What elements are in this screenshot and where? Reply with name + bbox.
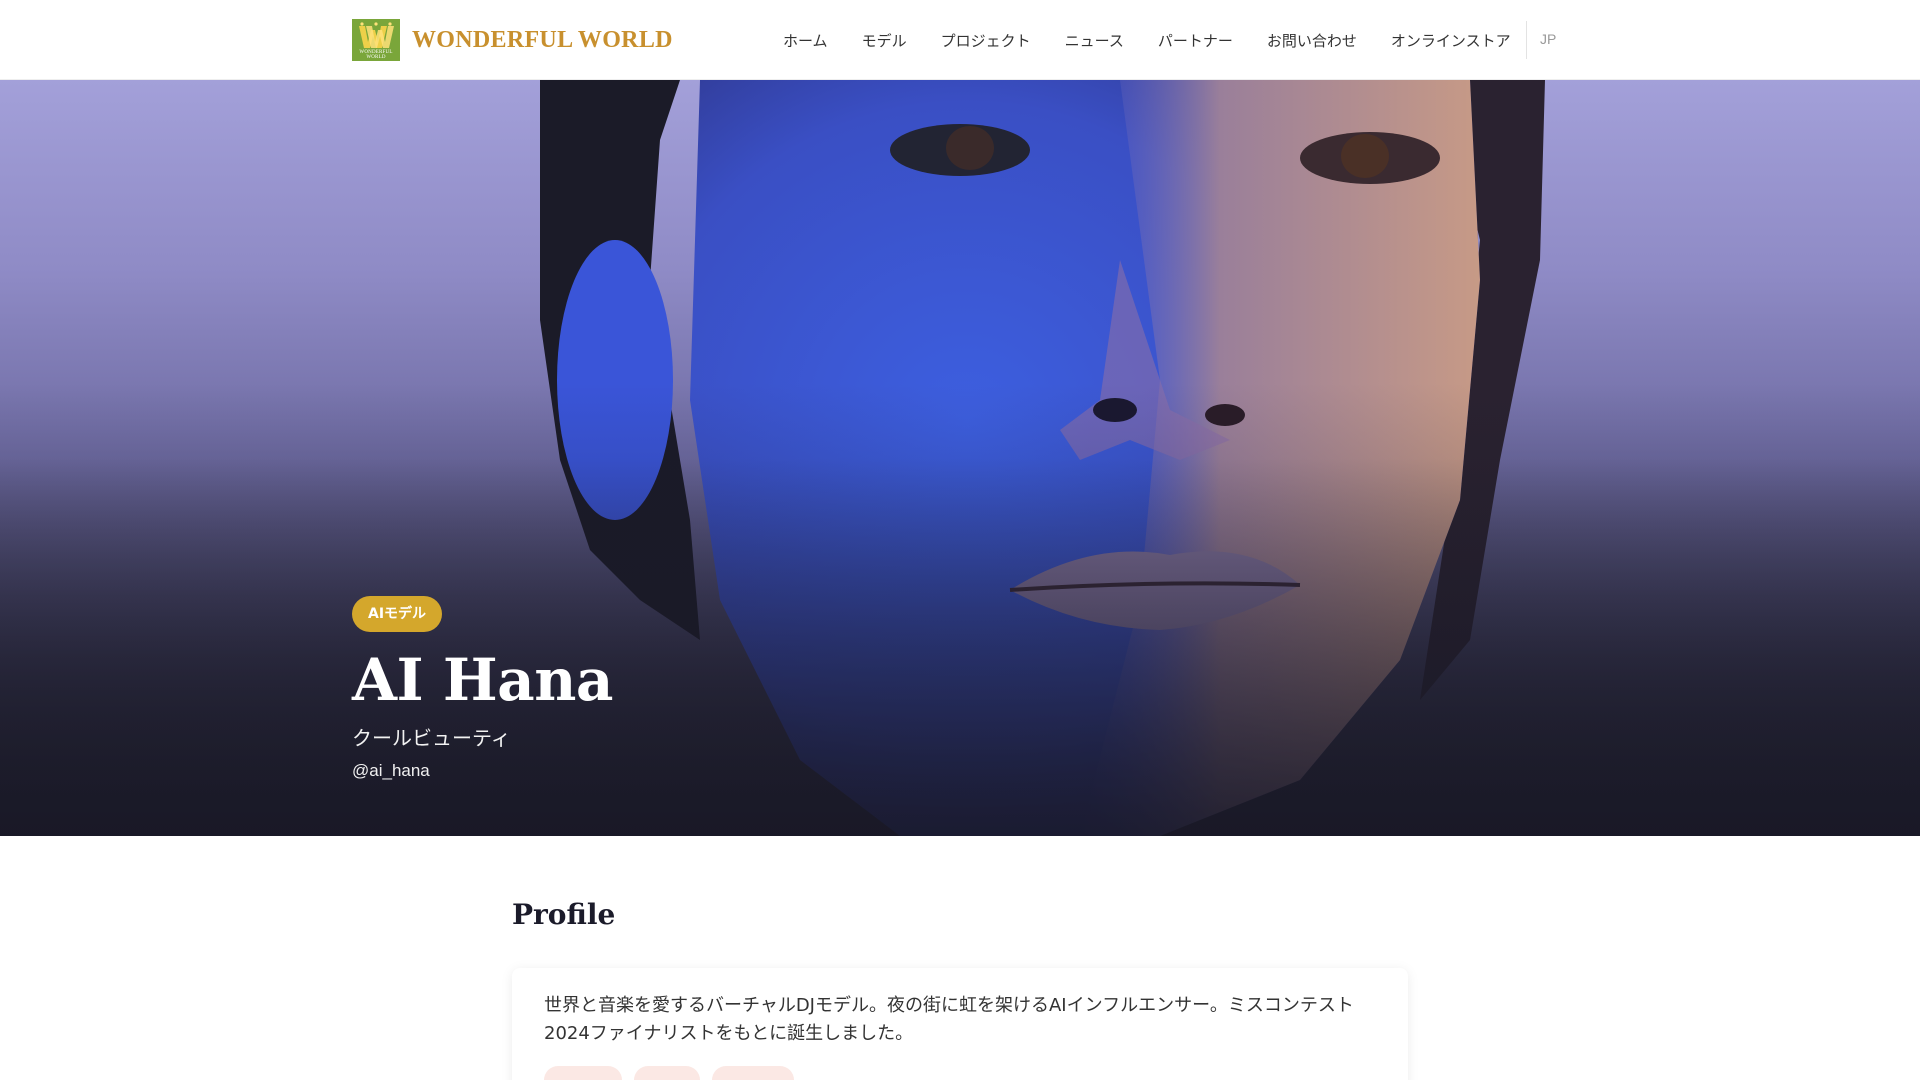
model-subtitle: クールビューティ xyxy=(352,726,511,750)
main-nav: ホーム モデル プロジェクト ニュース パートナー お問い合わせ オンラインスト… xyxy=(783,0,1511,80)
hero-overlay xyxy=(0,80,1920,836)
logo-icon: WONDERFUL WORLD xyxy=(352,19,400,61)
language-divider xyxy=(1526,21,1527,59)
logo-small-text: WONDERFUL WORLD xyxy=(359,50,393,60)
brand-name: WONDERFUL WORLD xyxy=(412,26,673,53)
model-name: AI Hana xyxy=(352,646,613,714)
profile-heading: Profile xyxy=(512,898,616,931)
nav-news[interactable]: ニュース xyxy=(1065,30,1124,51)
nav-partners[interactable]: パートナー xyxy=(1158,30,1233,51)
category-badge: AIモデル xyxy=(352,596,443,632)
crown-icon xyxy=(359,22,394,48)
nav-online-store[interactable]: オンラインストア xyxy=(1391,30,1511,51)
profile-tags xyxy=(544,1066,1376,1080)
model-handle: @ai_hana xyxy=(352,761,430,780)
hero-text-block: AIモデル AI Hana クールビューティ @ai_hana xyxy=(352,596,613,781)
nav-home[interactable]: ホーム xyxy=(783,30,828,51)
profile-description: 世界と音楽を愛するバーチャルDJモデル。夜の街に虹を架けるAIインフルエンサー。… xyxy=(544,992,1376,1048)
site-header: WONDERFUL WORLD WONDERFUL WORLD ホーム モデル … xyxy=(0,0,1920,80)
nav-projects[interactable]: プロジェクト xyxy=(941,30,1031,51)
profile-tag[interactable] xyxy=(544,1066,622,1080)
profile-card: 世界と音楽を愛するバーチャルDJモデル。夜の街に虹を架けるAIインフルエンサー。… xyxy=(512,968,1408,1080)
nav-models[interactable]: モデル xyxy=(862,30,907,51)
profile-tag[interactable] xyxy=(712,1066,794,1080)
profile-text-line-2: 2024ファイナリストをもとに誕生しました。 xyxy=(544,1023,914,1044)
brand-logo-link[interactable]: WONDERFUL WORLD WONDERFUL WORLD xyxy=(352,19,673,61)
hero-banner: AIモデル AI Hana クールビューティ @ai_hana xyxy=(0,80,1920,836)
language-switcher[interactable]: JP xyxy=(1540,31,1556,47)
profile-tag[interactable] xyxy=(634,1066,700,1080)
nav-contact[interactable]: お問い合わせ xyxy=(1267,30,1357,51)
profile-text-line-1: 世界と音楽を愛するバーチャルDJモデル。夜の街に虹を架けるAIインフルエンサー。… xyxy=(544,995,1354,1016)
